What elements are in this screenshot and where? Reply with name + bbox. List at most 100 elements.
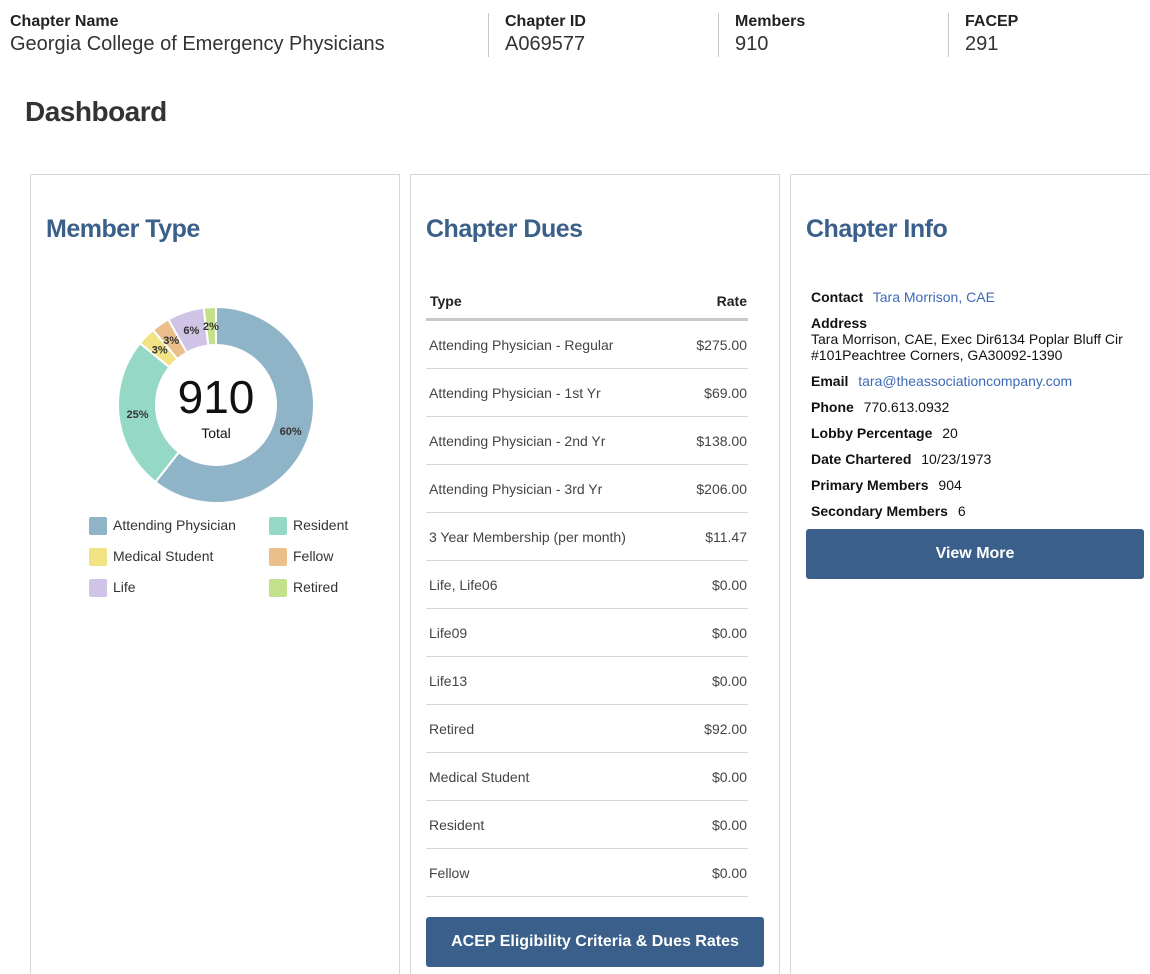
- view-more-button[interactable]: View More: [806, 529, 1144, 579]
- legend-item[interactable]: Resident: [269, 515, 348, 535]
- dues-rate-cell: $0.00: [711, 576, 747, 593]
- phone-label: Phone: [811, 399, 854, 415]
- dues-table-row: Attending Physician - 1st Yr $69.00: [426, 369, 748, 417]
- primary-members-label: Primary Members: [811, 477, 929, 493]
- chapter-dues-title: Chapter Dues: [426, 215, 583, 243]
- dues-table-row: Life13 $0.00: [426, 657, 748, 705]
- eligibility-dues-button[interactable]: ACEP Eligibility Criteria & Dues Rates: [426, 917, 764, 967]
- legend-swatch: [89, 548, 107, 566]
- dues-rate-cell: $0.00: [711, 672, 747, 689]
- legend-label: Fellow: [293, 548, 334, 564]
- dues-type-cell: Medical Student: [429, 768, 530, 785]
- facep-block: FACEP 291: [948, 13, 1148, 57]
- dues-table-row: Attending Physician - 3rd Yr $206.00: [426, 465, 748, 513]
- chapter-name-block: Chapter Name Georgia College of Emergenc…: [10, 13, 480, 57]
- dues-table-body: Attending Physician - Regular $275.00 Atte…: [426, 321, 748, 897]
- lobby-label: Lobby Percentage: [811, 425, 933, 441]
- dues-type-cell: Retired: [429, 720, 475, 737]
- dues-type-cell: Life13: [429, 672, 468, 689]
- col-type-header: Type: [430, 292, 462, 309]
- contact-link[interactable]: Tara Morrison, CAE: [873, 289, 995, 305]
- info-chartered: Date Chartered 10/23/1973: [811, 451, 1150, 467]
- facep-label: FACEP: [965, 13, 1019, 30]
- chapter-header: Chapter Name Georgia College of Emergenc…: [0, 0, 1150, 70]
- chapter-id-value: A069577: [505, 33, 586, 55]
- chapter-name-value: Georgia College of Emergency Physicians: [10, 33, 385, 55]
- member-type-donut-chart: 60% 25% 3% 3% 6% 2% 910 Total: [111, 300, 321, 510]
- legend-label: Medical Student: [113, 548, 214, 564]
- donut-total-label: Total: [201, 425, 231, 441]
- facep-value: 291: [965, 33, 999, 55]
- dues-type-cell: Life09: [429, 624, 468, 641]
- info-email: Email tara@theassociationcompany.com: [811, 373, 1150, 389]
- dues-rate-cell: $206.00: [696, 480, 747, 497]
- dues-type-cell: Attending Physician - 2nd Yr: [429, 432, 606, 449]
- col-rate-header: Rate: [716, 292, 747, 309]
- legend-item[interactable]: Fellow: [269, 546, 333, 566]
- legend-swatch: [269, 517, 287, 535]
- dues-table-row: 3 Year Membership (per month) $11.47: [426, 513, 748, 561]
- info-secondary: Secondary Members 6: [811, 503, 1150, 519]
- dues-table: Type Rate Attending Physician - Regular $…: [426, 283, 748, 897]
- dues-rate-cell: $275.00: [696, 336, 747, 353]
- dues-rate-cell: $0.00: [711, 768, 747, 785]
- legend-item[interactable]: Medical Student: [89, 546, 213, 566]
- dues-table-row: Resident $0.00: [426, 801, 748, 849]
- dues-table-row: Life, Life06 $0.00: [426, 561, 748, 609]
- dues-type-cell: Life, Life06: [429, 576, 498, 593]
- members-value: 910: [735, 33, 769, 55]
- dues-type-cell: Attending Physician - Regular: [429, 336, 614, 353]
- dues-table-header: Type Rate: [426, 283, 748, 321]
- legend-item[interactable]: Life: [89, 577, 136, 597]
- legend-swatch: [269, 579, 287, 597]
- chapter-info-card: Chapter Info Contact Tara Morrison, CAE …: [790, 174, 1150, 974]
- donut-slice-label: 3%: [163, 335, 179, 347]
- members-label: Members: [735, 13, 806, 30]
- legend-item[interactable]: Retired: [269, 577, 338, 597]
- legend-label: Life: [113, 579, 136, 595]
- chapter-name-label: Chapter Name: [10, 13, 119, 30]
- dues-table-row: Fellow $0.00: [426, 849, 748, 897]
- secondary-members-label: Secondary Members: [811, 503, 948, 519]
- legend-swatch: [89, 579, 107, 597]
- member-type-card: Member Type 60% 25% 3% 3% 6% 2% 910 Total Att…: [30, 174, 400, 974]
- dues-type-cell: 3 Year Membership (per month): [429, 528, 626, 545]
- secondary-members-value: 6: [957, 503, 966, 519]
- chapter-info-title: Chapter Info: [806, 215, 948, 243]
- legend-label: Resident: [293, 517, 349, 533]
- dues-rate-cell: $92.00: [704, 720, 747, 737]
- legend-swatch: [269, 548, 287, 566]
- legend-item[interactable]: Attending Physician: [89, 515, 236, 535]
- page-title: Dashboard: [25, 96, 167, 127]
- dues-table-row: Medical Student $0.00: [426, 753, 748, 801]
- dues-rate-cell: $0.00: [711, 624, 747, 641]
- member-type-title: Member Type: [46, 215, 200, 243]
- email-link[interactable]: tara@theassociationcompany.com: [858, 373, 1072, 389]
- address-value: Tara Morrison, CAE, Exec Dir6134 Poplar …: [811, 331, 1123, 363]
- dues-rate-cell: $69.00: [704, 384, 747, 401]
- legend-label: Attending Physician: [113, 517, 236, 533]
- members-block: Members 910: [718, 13, 948, 57]
- dues-rate-cell: $138.00: [696, 432, 747, 449]
- phone-value: 770.613.0932: [863, 399, 950, 415]
- info-lobby: Lobby Percentage 20: [811, 425, 1150, 441]
- dues-table-row: Life09 $0.00: [426, 609, 748, 657]
- chartered-value: 10/23/1973: [921, 451, 992, 467]
- address-label: Address: [811, 315, 868, 331]
- info-contact: Contact Tara Morrison, CAE: [811, 289, 1150, 305]
- dues-table-row: Attending Physician - 2nd Yr $138.00: [426, 417, 748, 465]
- chartered-label: Date Chartered: [811, 451, 912, 467]
- info-primary: Primary Members 904: [811, 477, 1150, 493]
- chapter-id-block: Chapter ID A069577: [488, 13, 718, 57]
- dues-table-row: Attending Physician - Regular $275.00: [426, 321, 748, 369]
- dues-rate-cell: $0.00: [711, 864, 747, 881]
- donut-slice-label: 6%: [183, 325, 199, 337]
- contact-label: Contact: [811, 289, 864, 305]
- email-label: Email: [811, 373, 849, 389]
- legend-label: Retired: [293, 579, 339, 595]
- chapter-info-list: Contact Tara Morrison, CAE Address Tara …: [811, 289, 1150, 529]
- dues-type-cell: Resident: [429, 816, 485, 833]
- dues-table-row: Retired $92.00: [426, 705, 748, 753]
- lobby-value: 20: [942, 425, 958, 441]
- dues-rate-cell: $0.00: [711, 816, 747, 833]
